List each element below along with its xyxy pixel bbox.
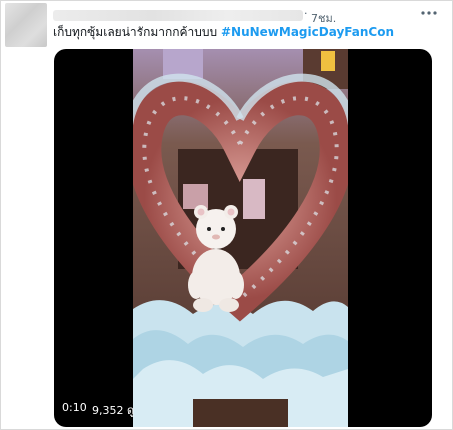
separator-dot: · (304, 7, 308, 20)
view-count: 9,352 ดู (92, 404, 135, 417)
video-still (133, 49, 348, 427)
video-player[interactable]: 0:10 9,352 ดู (54, 49, 432, 427)
video-duration: 0:10 (62, 401, 87, 414)
tweet-text: เก็บทุกซุ้มเลยน่ารักมากกค้าบบบ #NuNewMag… (53, 23, 443, 43)
tweet-card[interactable]: · 7ชม. เก็บทุกซุ้มเลยน่ารักมากกค้าบบบ #N… (0, 0, 453, 430)
more-options-icon[interactable] (417, 5, 441, 21)
tweet-body: เก็บทุกซุ้มเลยน่ารักมากกค้าบบบ (53, 25, 218, 39)
avatar[interactable] (5, 3, 47, 47)
username-redacted (53, 10, 303, 21)
hashtag-link[interactable]: #NuNewMagicDayFanCon (221, 25, 394, 39)
video-frame[interactable] (133, 49, 348, 427)
